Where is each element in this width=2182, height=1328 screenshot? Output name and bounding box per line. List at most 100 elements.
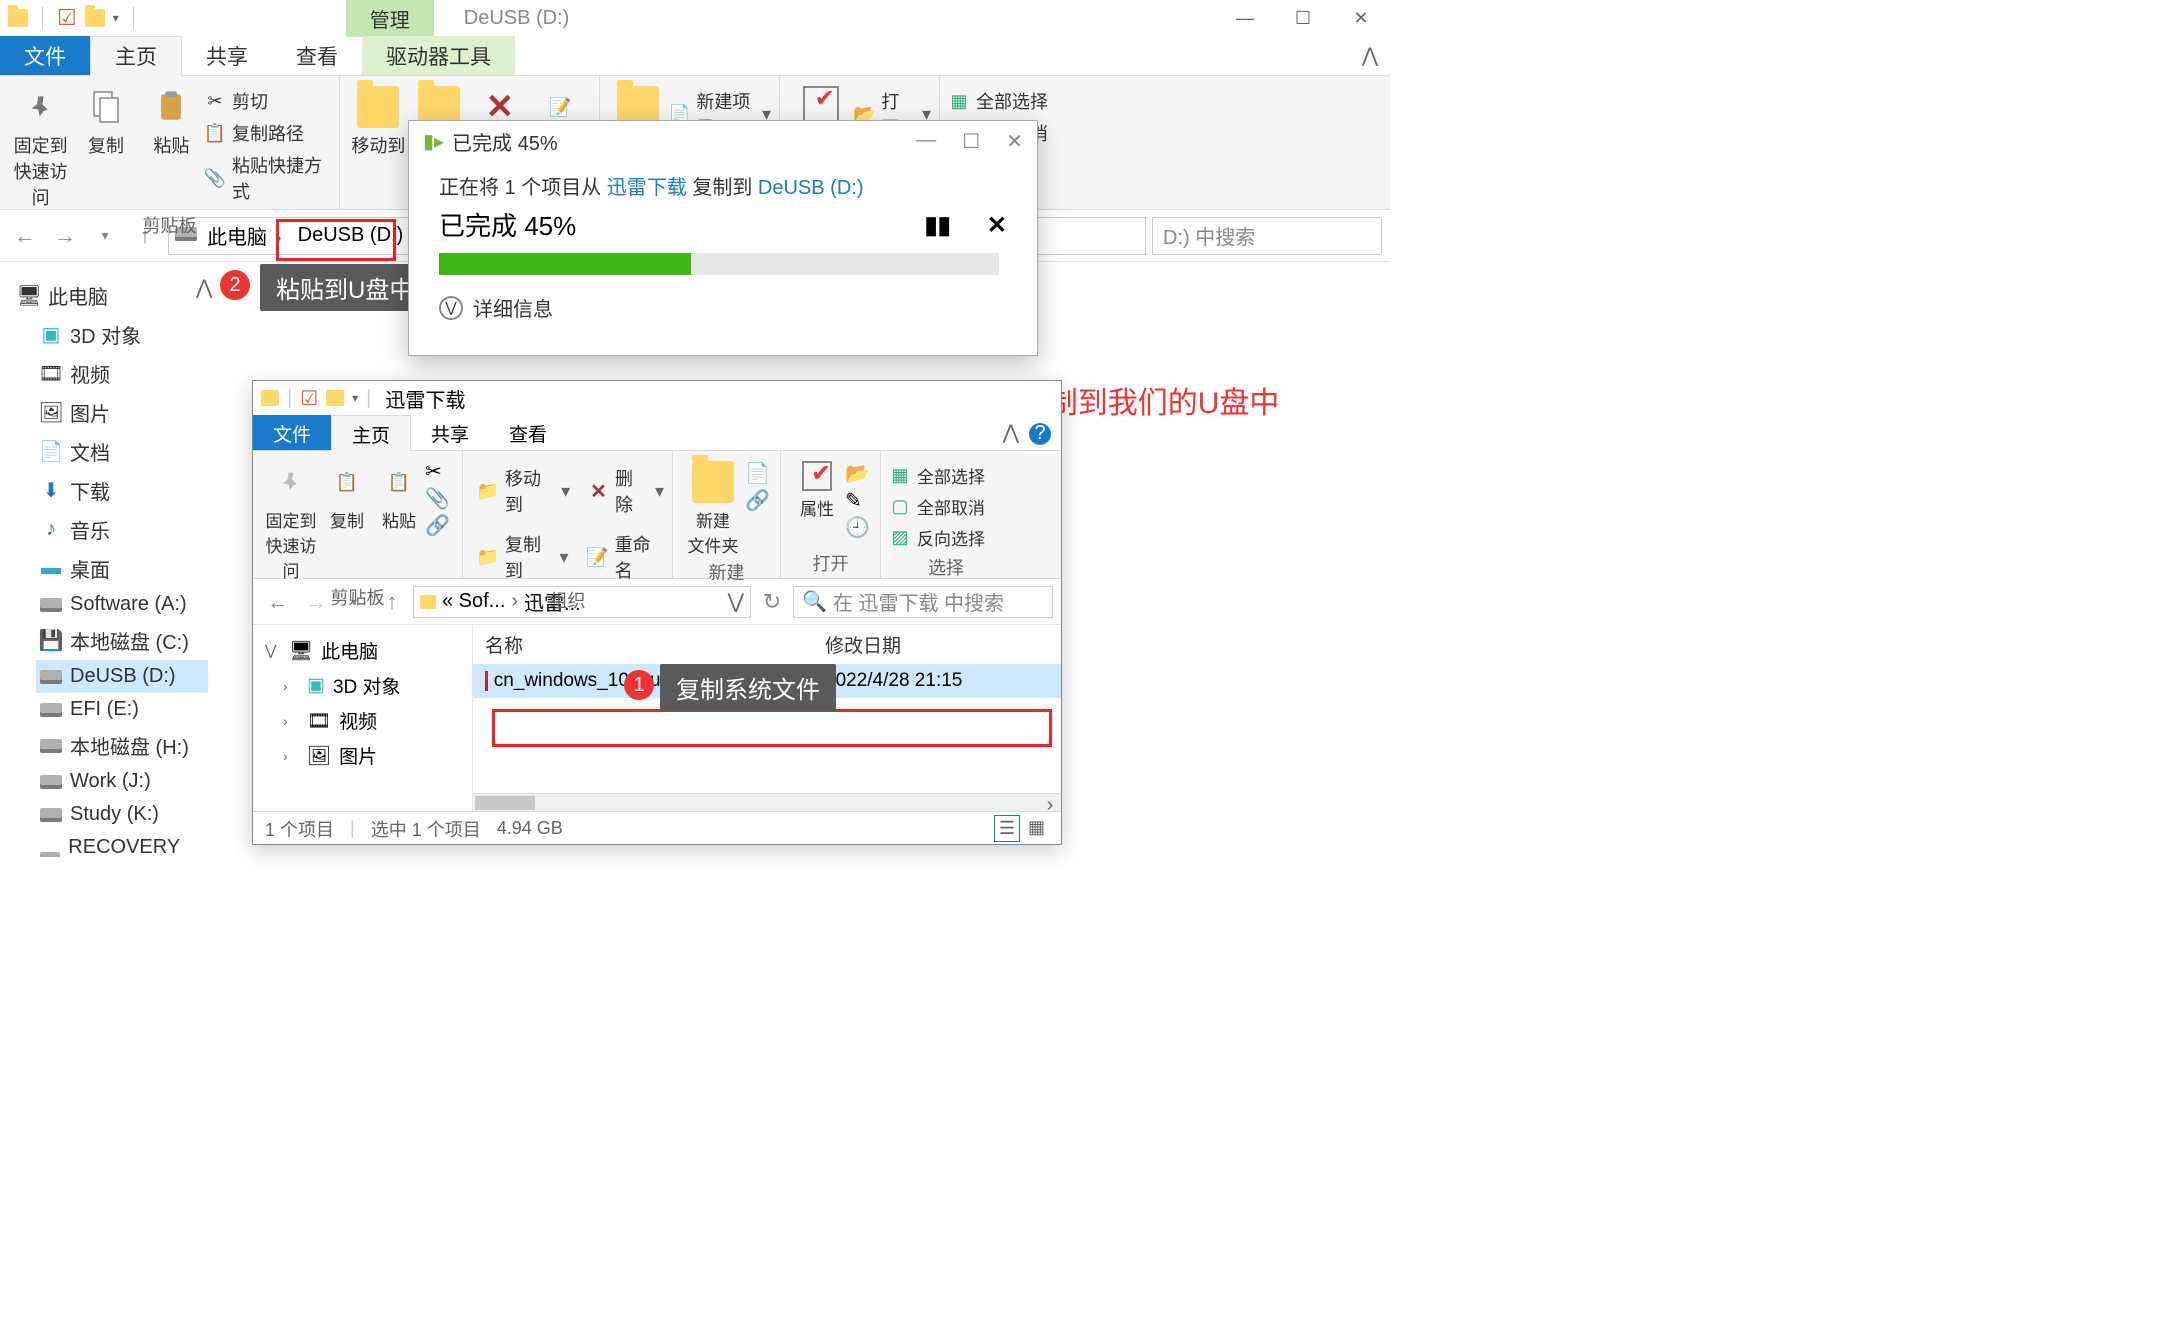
paste-button[interactable]: 📋粘贴 [373, 455, 425, 532]
edit-icon[interactable]: ✎ [845, 488, 870, 513]
tab-home[interactable]: 主页 [90, 36, 182, 76]
manage-context-tab[interactable]: 管理 [346, 0, 434, 37]
tab-share[interactable]: 共享 [411, 415, 489, 450]
col-name[interactable]: 名称 [485, 631, 825, 658]
copy-path-button[interactable]: 📋复制路径 [204, 118, 331, 148]
dest-link[interactable]: DeUSB (D:) [758, 177, 864, 199]
paste-button[interactable]: 粘贴 [139, 80, 204, 158]
copy-progress-dialog: ▮▸ 已完成 45% — ☐ ✕ 正在将 1 个项目从 迅雷下载 复制到 DeU… [408, 120, 1038, 356]
copypath-icon[interactable]: 📎 [425, 486, 450, 511]
selection-count: 选中 1 个项目 [371, 816, 481, 842]
moveto-button[interactable]: 📁移动到▾ [477, 463, 570, 519]
sidebar-item-pc[interactable]: ⋁🖥此电脑 [263, 633, 472, 668]
search-box[interactable]: 🔍在 迅雷下载 中搜索 [793, 586, 1053, 618]
pause-button[interactable]: ▮▮ [924, 211, 950, 240]
minimize-button[interactable]: — [916, 129, 936, 154]
cut-icon[interactable]: ✂ [425, 459, 450, 484]
chevron-down-icon[interactable]: ▾ [113, 11, 119, 25]
sidebar-item-documents[interactable]: 📄文档 [36, 432, 208, 471]
tab-view[interactable]: 查看 [489, 415, 567, 450]
copy-button[interactable]: 复制 [73, 80, 138, 158]
check-icon[interactable]: ☑ [57, 5, 77, 31]
icons-view-icon[interactable]: ▦ [1024, 815, 1049, 842]
select-all-button[interactable]: ▦全部选择 [948, 86, 1072, 116]
horizontal-scrollbar[interactable]: › [473, 793, 1061, 811]
sidebar-item-efi[interactable]: EFI (E:) [36, 693, 208, 726]
open-icon[interactable]: 📂 [845, 461, 870, 486]
sidebar-item-downloads[interactable]: ⬇下载 [36, 471, 208, 510]
collapse-ribbon-icon[interactable]: ⋀ [1350, 36, 1390, 75]
minimize-button[interactable]: — [1216, 0, 1274, 36]
pin-button[interactable]: 固定到 快速访问 [261, 455, 321, 582]
details-view-icon[interactable]: ☰ [994, 815, 1020, 842]
properties-button[interactable]: 属性 [789, 455, 845, 520]
close-button[interactable]: ✕ [1332, 0, 1390, 36]
rename-button[interactable]: 📝重命名 [587, 529, 664, 585]
pin-button[interactable]: 固定到 快速访问 [8, 80, 73, 210]
cut-button[interactable]: ✂剪切 [204, 86, 331, 116]
clipboard-group-label: 剪贴板 [261, 582, 454, 612]
annotation-badge-1: 1 [624, 670, 654, 700]
sidebar-item-pictures[interactable]: ›🖼图片 [281, 738, 472, 773]
sidebar-item-work[interactable]: Work (J:) [36, 765, 208, 798]
sidebar-item-pictures[interactable]: 🖼图片 [36, 393, 208, 432]
source-link[interactable]: 迅雷下载 [607, 177, 687, 199]
collapse-ribbon-icon[interactable]: ⋀ [1003, 422, 1019, 444]
chevron-down-icon[interactable]: ⋁ [728, 589, 744, 614]
sidebar-item-recovery[interactable]: RECOVERY (L:) [36, 831, 208, 857]
sidebar-item-software-a[interactable]: Software (A:) [36, 588, 208, 621]
history-icon[interactable]: 🕘 [845, 515, 870, 540]
column-headers[interactable]: 名称 修改日期 [473, 625, 1061, 664]
new-item-icon[interactable]: 📄 [745, 461, 770, 486]
tab-share[interactable]: 共享 [182, 36, 272, 75]
chevron-down-icon: ⋁ [439, 296, 463, 320]
tab-file[interactable]: 文件 [0, 36, 90, 75]
maximize-button[interactable]: ☐ [962, 129, 980, 154]
deselect-button[interactable]: ▢全部取消 [889, 492, 1003, 521]
paste-shortcut-button[interactable]: 📎粘贴快捷方式 [204, 150, 331, 206]
close-button[interactable]: ✕ [1006, 129, 1023, 154]
tab-home[interactable]: 主页 [331, 415, 411, 451]
sidebar-item-study[interactable]: Study (K:) [36, 798, 208, 831]
details-toggle[interactable]: ⋁ 详细信息 [439, 293, 1007, 322]
check-icon[interactable]: ☑ [300, 386, 318, 411]
chevron-collapse-icon[interactable]: ⋀ [196, 275, 216, 295]
easy-access-icon[interactable]: 🔗 [745, 488, 770, 513]
sidebar-item-video[interactable]: ›🎞视频 [281, 703, 472, 738]
sidebar-item-deusb[interactable]: DeUSB (D:) [36, 660, 208, 693]
folder-icon [261, 390, 279, 406]
tab-view[interactable]: 查看 [272, 36, 362, 75]
sidebar-item-pc[interactable]: 🖥此电脑 [14, 276, 208, 315]
organize-group-label: 组织 [471, 585, 664, 615]
tab-file[interactable]: 文件 [253, 415, 331, 450]
sidebar-item-3d[interactable]: ▣3D 对象 [36, 315, 208, 354]
search-box[interactable]: D:) 中搜索 [1152, 217, 1382, 255]
sidebar-item-c[interactable]: 💾本地磁盘 (C:) [36, 621, 208, 660]
cancel-button[interactable]: ✕ [987, 211, 1007, 240]
refresh-button[interactable]: ↻ [755, 585, 789, 619]
selection-size: 4.94 GB [497, 818, 563, 839]
file-date: 2022/4/28 21:15 [825, 670, 962, 692]
newfolder-button[interactable]: 新建 文件夹 [681, 455, 745, 557]
paste-shortcut-icon[interactable]: 🔗 [425, 513, 450, 538]
col-date[interactable]: 修改日期 [825, 631, 1025, 658]
chevron-down-icon[interactable]: ▾ [352, 391, 358, 405]
select-all-button[interactable]: ▦全部选择 [889, 461, 1003, 490]
moveto-button[interactable]: 移动到 [348, 80, 409, 158]
item-count: 1 个项目 [265, 816, 334, 842]
help-icon[interactable]: ? [1029, 423, 1051, 445]
ribbon-tabs: 文件 主页 共享 查看 驱动器工具 ⋀ [0, 36, 1390, 76]
sidebar-item-3d[interactable]: ›▣3D 对象 [281, 668, 472, 703]
sidebar-item-desktop[interactable]: ▬桌面 [36, 549, 208, 588]
copy-button[interactable]: 📋复制 [321, 455, 373, 532]
sidebar-item-h[interactable]: 本地磁盘 (H:) [36, 726, 208, 765]
delete-button[interactable]: ✕删除▾ [588, 463, 664, 519]
progress-line: 正在将 1 个项目从 迅雷下载 复制到 DeUSB (D:) [439, 171, 1007, 200]
copyto-button[interactable]: 📁复制到▾ [477, 529, 569, 585]
tab-drive-tools[interactable]: 驱动器工具 [362, 36, 515, 75]
properties-button[interactable] [788, 80, 853, 122]
maximize-button[interactable]: ☐ [1274, 0, 1332, 36]
invert-button[interactable]: ▨反向选择 [889, 523, 1003, 552]
sidebar-item-video[interactable]: 🎞视频 [36, 354, 208, 393]
sidebar-item-music[interactable]: ♪音乐 [36, 510, 208, 549]
